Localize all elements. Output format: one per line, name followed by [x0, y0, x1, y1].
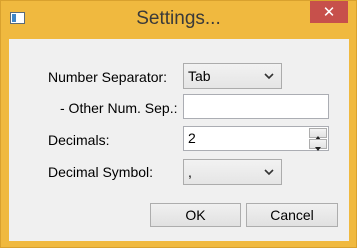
spin-down-button[interactable] [309, 139, 327, 151]
close-icon: ✕ [322, 3, 336, 21]
spin-down-icon [315, 147, 321, 151]
decimal-symbol-select[interactable]: , [183, 159, 282, 185]
number-separator-select[interactable]: Tab [183, 63, 282, 89]
ok-button[interactable]: OK [150, 203, 241, 227]
other-separator-label: - Other Num. Sep.: [60, 100, 178, 116]
close-button[interactable]: ✕ [310, 1, 348, 23]
number-separator-value: Tab [188, 68, 211, 84]
decimal-symbol-value: , [188, 164, 192, 180]
decimals-label: Decimals: [48, 132, 110, 148]
settings-window: Settings... ✕ Number Separator: Tab - Ot… [0, 0, 357, 248]
decimals-spin-buttons [309, 128, 327, 151]
spin-up-button[interactable] [309, 128, 327, 140]
chevron-down-icon [264, 73, 274, 80]
decimals-stepper[interactable]: 2 [183, 126, 329, 151]
dialog-body: Number Separator: Tab - Other Num. Sep.:… [9, 39, 349, 241]
decimals-value: 2 [188, 130, 196, 146]
decimal-symbol-label: Decimal Symbol: [48, 164, 154, 180]
other-separator-field[interactable] [183, 94, 329, 119]
window-title: Settings... [136, 8, 221, 29]
cancel-button[interactable]: Cancel [246, 203, 338, 227]
number-separator-label: Number Separator: [48, 69, 168, 85]
chevron-down-icon [264, 169, 274, 176]
title-bar[interactable]: Settings... ✕ [1, 1, 356, 39]
